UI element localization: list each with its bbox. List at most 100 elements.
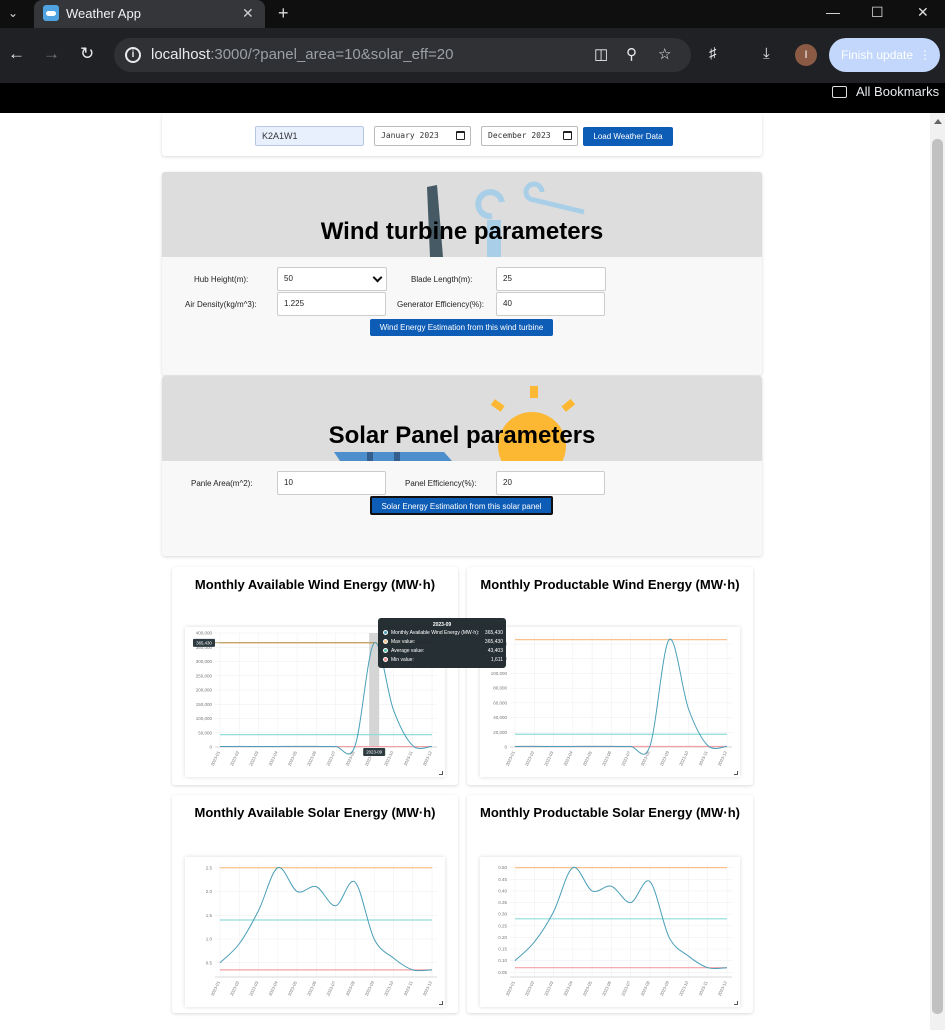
x-tick-label: 2023-05: [582, 980, 593, 997]
back-arrow-icon[interactable]: ←: [8, 44, 25, 64]
blade-length-input[interactable]: 25: [496, 267, 606, 291]
weather-app-favicon-icon: [43, 5, 59, 21]
panel-area-input[interactable]: 10: [277, 471, 386, 495]
x-tick-label: 2023-03: [543, 980, 554, 997]
y-tick-label: 0: [504, 745, 507, 750]
tab-title: Weather App: [66, 6, 141, 21]
y-tick-label: 0.20: [498, 935, 507, 940]
y-tick-label: 0.25: [498, 923, 507, 928]
wind-productable-chart[interactable]: 020,00040,00060,00080,000100,000120,0001…: [480, 627, 740, 777]
y-tick-label: 150,000: [196, 702, 213, 707]
page-scrollbar[interactable]: [930, 113, 945, 1030]
x-tick-label: 2023-02: [229, 750, 240, 767]
scroll-up-arrow-icon[interactable]: [934, 119, 942, 124]
x-tick-label: 2023-04: [268, 750, 279, 767]
calendar-icon[interactable]: [456, 131, 465, 140]
tab-close-icon[interactable]: ✕: [242, 5, 254, 22]
x-tick-label: 2023-12: [422, 980, 433, 997]
x-tick-label: 2023-10: [678, 750, 689, 767]
generator-efficiency-input[interactable]: 40: [496, 292, 605, 316]
start-date-input[interactable]: January 2023: [374, 126, 471, 146]
series-line: [514, 639, 728, 755]
y-tick-label: 1.5: [206, 913, 213, 918]
close-window-icon[interactable]: ✕: [917, 4, 929, 21]
x-tick-label: 2023-01: [210, 750, 221, 767]
load-weather-data-button[interactable]: Load Weather Data: [583, 127, 673, 146]
location-input[interactable]: K2A1W1: [255, 126, 364, 146]
address-url[interactable]: localhost:3000/?panel_area=10&solar_eff=…: [151, 46, 453, 63]
chart-card-solar-available: Monthly Available Solar Energy (MW·h) 0.…: [172, 795, 458, 1013]
x-tick-label: 2023-02: [524, 980, 535, 997]
tab-search-chevron-icon[interactable]: ⌄: [8, 6, 22, 20]
calendar-icon[interactable]: [563, 131, 572, 140]
x-tick-label: 2023-09: [364, 980, 375, 997]
panel-efficiency-input[interactable]: 20: [496, 471, 605, 495]
y-tick-label: 1.0: [206, 937, 213, 942]
series-color-dot: [383, 639, 388, 644]
wind-banner: Wind turbine parameters: [162, 172, 762, 257]
x-tick-label: 2023-07: [325, 750, 336, 767]
site-info-icon[interactable]: i: [125, 47, 141, 63]
wind-turbine-section: Wind turbine parameters Hub Height(m): 5…: [162, 172, 762, 375]
resize-handle-icon[interactable]: [734, 771, 738, 775]
chart-card-wind-available: Monthly Available Wind Energy (MW·h) 0 50…: [172, 567, 458, 785]
resize-handle-icon[interactable]: [734, 1001, 738, 1005]
generator-efficiency-label: Generator Efficiency(%):: [397, 300, 484, 309]
x-tick-label: 2023-11: [698, 750, 709, 767]
solar-estimation-button[interactable]: Solar Energy Estimation from this solar …: [370, 496, 553, 515]
chart-frame: 020,00040,00060,00080,000100,000120,0001…: [480, 627, 740, 777]
x-tick-label: 2023-05: [582, 750, 593, 767]
install-app-icon[interactable]: ◫: [594, 45, 608, 63]
resize-handle-icon[interactable]: [439, 1001, 443, 1005]
x-tick-label: 2023-12: [422, 750, 433, 767]
y-tick-label: 0.05: [498, 970, 507, 975]
x-tick-label: 2023-05: [287, 750, 298, 767]
y-tick-label: 0.35: [498, 900, 507, 905]
y-tick-label: 2.5: [206, 865, 213, 870]
x-tick-label: 2023-06: [306, 750, 317, 767]
solar-available-chart[interactable]: 0.5 1.0 1.5 2.0 2.5 2023-01 2023-02 2023-03 2023…: [185, 857, 445, 1007]
resize-handle-icon[interactable]: [439, 771, 443, 775]
scroll-thumb[interactable]: [932, 139, 943, 1014]
x-tick-label: 2023-02: [229, 980, 240, 997]
x-tick-label: 2023-03: [248, 750, 259, 767]
chart-title: Monthly Available Wind Energy (MW·h): [194, 577, 436, 592]
x-tick-label: 2023-07: [620, 980, 631, 997]
panel-area-label: Panle Area(m^2):: [191, 479, 253, 488]
blade-length-label: Blade Length(m):: [411, 275, 473, 284]
extensions-icon[interactable]: ♯: [709, 45, 717, 62]
x-tick-label: 2023-04: [563, 750, 574, 767]
air-density-input[interactable]: 1.225: [277, 292, 386, 316]
x-tick-label: 2023-11: [403, 980, 414, 997]
series-color-dot: [383, 630, 388, 635]
profile-avatar[interactable]: I: [795, 44, 817, 66]
chart-frame: 0.05 0.10 0.15 0.20 0.25 0.30 0.35 0.40 0.45 0.50…: [480, 857, 740, 1007]
end-date-input[interactable]: December 2023: [481, 126, 578, 146]
reload-icon[interactable]: ↻: [80, 44, 94, 64]
wind-estimation-button[interactable]: Wind Energy Estimation from this wind tu…: [370, 319, 553, 336]
hub-height-select[interactable]: 50: [277, 267, 387, 291]
more-menu-icon[interactable]: ⋮: [919, 38, 931, 72]
series-line: [514, 867, 728, 970]
forward-arrow-icon[interactable]: →: [43, 44, 60, 64]
chart-title: Monthly Productable Wind Energy (MW·h): [480, 577, 740, 592]
browser-tab[interactable]: Weather App ✕: [34, 0, 265, 28]
x-tick-label: 2023-10: [383, 980, 394, 997]
maximize-window-icon[interactable]: ☐: [871, 4, 884, 21]
chevron-down-icon: [372, 272, 383, 283]
new-tab-icon[interactable]: +: [278, 3, 289, 24]
y-tick-label: 0.40: [498, 888, 507, 893]
y-tick-label: 0.10: [498, 958, 507, 963]
finish-update-button[interactable]: Finish update ⋮: [829, 38, 940, 72]
x-tick-label: 2023-10: [678, 980, 689, 997]
x-tick-label: 2023-03: [248, 980, 259, 997]
zoom-icon[interactable]: ⚲: [626, 45, 637, 63]
all-bookmarks-link[interactable]: All Bookmarks: [856, 84, 939, 99]
y-tick-label: 200,000: [196, 688, 213, 693]
minimize-window-icon[interactable]: —: [826, 4, 840, 20]
solar-productable-chart[interactable]: 0.05 0.10 0.15 0.20 0.25 0.30 0.35 0.40 0.45 0.50…: [480, 857, 740, 1007]
download-icon[interactable]: ⤓: [763, 45, 770, 62]
y-tick-label: 0.5: [206, 960, 213, 965]
x-tick-label: 2023-11: [403, 750, 414, 767]
bookmark-star-icon[interactable]: ☆: [658, 45, 671, 63]
